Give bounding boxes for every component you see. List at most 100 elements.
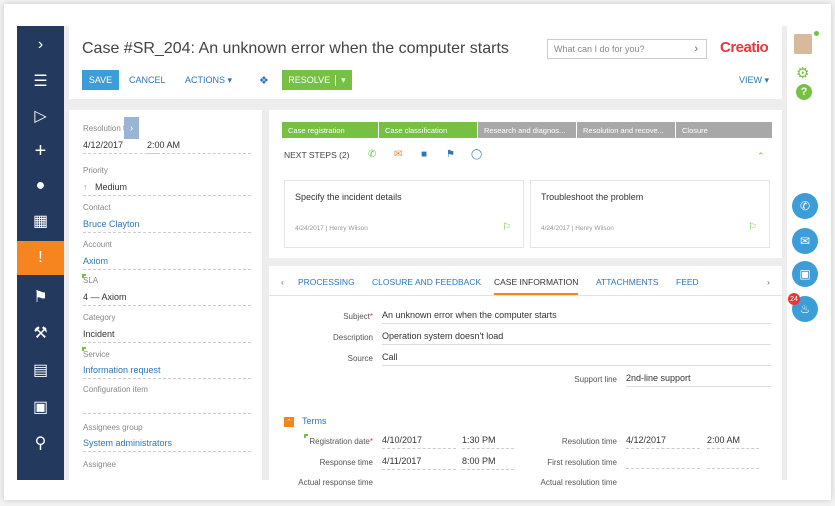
account-field[interactable]: Axiom (83, 256, 251, 270)
phone-icon[interactable]: ✆ (368, 149, 376, 160)
chevron-left-icon[interactable]: ‹ (281, 277, 284, 287)
task-title: Troubleshoot the problem (541, 192, 644, 202)
actual-response-time-label: Actual response time (298, 478, 373, 487)
actual-resolution-time-label: Actual resolution time (540, 478, 617, 487)
help-icon[interactable]: ? (796, 84, 812, 100)
first-resolution-time-field[interactable] (707, 456, 759, 469)
stage-case-registration[interactable]: Case registration (282, 122, 378, 138)
contact-field[interactable]: Bruce Clayton (83, 219, 251, 233)
chevron-down-icon[interactable]: ▾ (335, 74, 346, 86)
actions-button[interactable]: ACTIONS ▾ (185, 70, 232, 90)
task-meta: 4/24/2017 | Henry Wilson (295, 225, 368, 232)
dashboards-icon[interactable]: ▣ (17, 390, 64, 424)
view-button[interactable]: VIEW ▾ (739, 70, 769, 90)
cancel-button[interactable]: CANCEL (129, 70, 166, 90)
online-status-icon (814, 31, 819, 36)
chevron-right-icon[interactable]: › (694, 43, 698, 55)
stage-case-classification[interactable]: Case classification (379, 122, 477, 138)
field-label: Contact (83, 203, 111, 212)
field-label: Account (83, 240, 112, 249)
configuration-item-field[interactable] (83, 400, 251, 414)
field-label: Service (83, 350, 110, 359)
flag-icon[interactable]: ⚐ (748, 222, 757, 233)
flag-icon[interactable]: ⚑ (17, 280, 64, 314)
field-label: Category (83, 313, 116, 322)
source-field[interactable]: Call (382, 352, 771, 366)
email-icon[interactable]: ✉ (792, 228, 818, 254)
documents-icon[interactable]: ▤ (17, 353, 64, 387)
chevron-up-icon[interactable]: ⌃ (757, 151, 765, 162)
save-button[interactable]: SAVE (82, 70, 119, 90)
notification-count-badge: 24 (788, 293, 800, 305)
subject-field[interactable]: An unknown error when the computer start… (382, 310, 771, 324)
subject-label: Subject* (343, 312, 373, 321)
avatar[interactable] (792, 32, 814, 56)
priority-value: Medium (95, 182, 128, 192)
page-title: Case #SR_204: An unknown error when the … (82, 40, 509, 57)
case-tabs-panel: ‹ PROCESSING CLOSURE AND FEEDBACK CASE I… (269, 266, 782, 487)
flag-icon[interactable]: ⚑ (446, 149, 455, 160)
response-time-label: Response time (319, 458, 373, 467)
first-resolution-date-field[interactable] (626, 456, 700, 469)
assignees-group-field[interactable]: System administrators (83, 438, 251, 452)
command-line-input[interactable]: What can I do for you? › (547, 39, 707, 59)
sla-field[interactable]: 4 — Axiom (83, 292, 251, 306)
tab-processing[interactable]: PROCESSING (298, 277, 355, 287)
resolve-button[interactable]: RESOLVE ▾ (282, 70, 352, 90)
accounts-icon[interactable]: ▦ (17, 204, 64, 238)
flag-icon[interactable]: ⚐ (502, 222, 511, 233)
field-label: Assignee (83, 460, 116, 469)
description-field[interactable]: Operation system doesn't load (382, 331, 771, 345)
resolve-label: RESOLVE (288, 75, 331, 85)
cases-icon[interactable]: ! (17, 241, 64, 275)
add-icon[interactable]: + (17, 134, 64, 168)
phone-icon[interactable]: ✆ (792, 193, 818, 219)
chat-icon[interactable]: ■ (421, 149, 427, 160)
logo: Creatio (720, 39, 769, 56)
resolution-time-field[interactable]: 2:00 AM (707, 435, 759, 449)
gear-icon[interactable]: ⚙ (796, 64, 809, 82)
collapse-icon[interactable]: ⌃ (284, 417, 294, 427)
next-steps-label: NEXT STEPS (2) (284, 150, 350, 160)
chevron-down-icon: ▾ (764, 74, 770, 85)
registration-date-field[interactable]: 4/10/2017 (382, 435, 456, 449)
task-card[interactable]: Troubleshoot the problem 4/24/2017 | Hen… (530, 180, 770, 248)
stage-resolution[interactable]: Resolution and recove... (577, 122, 675, 138)
play-icon[interactable]: ▷ (17, 99, 64, 133)
tag-icon[interactable]: ❖ (259, 70, 269, 90)
case-fields-panel: Resolution time 4/12/2017 2:00 AM Priori… (69, 110, 262, 480)
task-title: Specify the incident details (295, 192, 402, 202)
category-field[interactable]: Incident (83, 329, 251, 343)
tab-feed[interactable]: FEED (676, 277, 699, 287)
menu-icon[interactable]: ☰ (17, 64, 64, 98)
source-label: Source (347, 354, 373, 363)
expand-icon[interactable]: › (17, 28, 64, 62)
service-field[interactable]: Information request (83, 365, 251, 379)
tab-closure-and-feedback[interactable]: CLOSURE AND FEEDBACK (372, 277, 481, 287)
priority-field[interactable]: ↑ Medium (83, 182, 251, 196)
search-icon[interactable]: ⚲ (17, 426, 64, 460)
support-line-field[interactable]: 2nd-line support (626, 373, 771, 387)
sidebar: › ☰ ▷ + ● ▦ ! ⚑ ⚒ ▤ ▣ ⚲ (17, 26, 64, 480)
tools-icon[interactable]: ⚒ (17, 316, 64, 350)
resolution-time-field[interactable]: 2:00 AM (147, 140, 251, 154)
app-frame: › ☰ ▷ + ● ▦ ! ⚑ ⚒ ▤ ▣ ⚲ Case #SR_204: An… (4, 4, 831, 500)
email-icon[interactable]: ✉ (394, 149, 402, 160)
tab-case-information[interactable]: CASE INFORMATION (494, 277, 579, 295)
resolution-time-label: Resolution time (561, 437, 617, 446)
response-time-field[interactable]: 8:00 PM (462, 456, 514, 470)
chevron-right-icon[interactable]: › (767, 277, 770, 287)
task-card[interactable]: Specify the incident details 4/24/2017 |… (284, 180, 524, 248)
view-label: VIEW (739, 75, 763, 85)
tab-attachments[interactable]: ATTACHMENTS (596, 277, 659, 287)
chat-icon[interactable]: ▣ (792, 261, 818, 287)
terms-group-label[interactable]: Terms (302, 416, 327, 426)
registration-time-field[interactable]: 1:30 PM (462, 435, 514, 449)
stage-research[interactable]: Research and diagnos... (478, 122, 576, 138)
stage-closure[interactable]: Closure (676, 122, 772, 138)
contacts-icon[interactable]: ● (17, 169, 64, 203)
globe-icon[interactable]: ◯ (471, 149, 482, 160)
response-date-field[interactable]: 4/11/2017 (382, 456, 456, 470)
chevron-right-icon[interactable]: › (124, 117, 139, 139)
resolution-date-field[interactable]: 4/12/2017 (626, 435, 700, 449)
